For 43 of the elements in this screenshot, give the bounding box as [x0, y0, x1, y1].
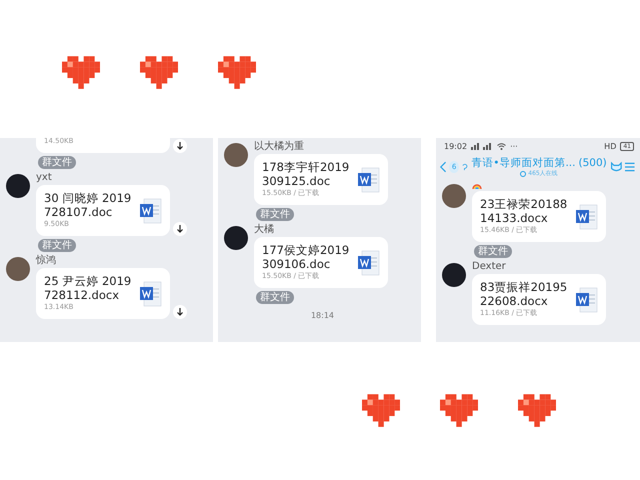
heart-icon — [218, 56, 256, 89]
avatar[interactable] — [224, 226, 248, 250]
file-name: 178李宇轩2019309125.doc — [262, 160, 350, 188]
file-name: 83贾振祥2019522608.docx — [480, 280, 568, 308]
document-icon — [576, 286, 598, 312]
status-time: 19:02 — [444, 142, 468, 150]
download-icon[interactable] — [173, 222, 187, 236]
sender-name: yxt — [36, 172, 53, 183]
sender-name: Dexter — [472, 261, 507, 272]
member-count: (500) — [578, 156, 607, 170]
heart-icon — [62, 56, 100, 89]
download-icon[interactable] — [173, 139, 187, 153]
signal-icon — [471, 142, 494, 150]
file-name: 177侯文婷2019309106.doc — [262, 243, 350, 271]
group-title: 青语•导师面对面第... — [471, 156, 576, 170]
sender-name: 大橘 — [254, 224, 275, 235]
wifi-icon — [497, 142, 506, 150]
file-tag: 群文件 — [38, 239, 76, 252]
document-icon — [140, 198, 162, 224]
document-icon — [140, 280, 162, 306]
file-tag: 群文件 — [38, 156, 76, 169]
hd-label: HD — [604, 142, 616, 150]
heart-icon — [518, 394, 556, 427]
timestamp: 18:14 — [310, 311, 334, 320]
file-name: 23王禄荣2018814133.docx — [480, 197, 568, 225]
heart-icon — [440, 394, 478, 427]
file-name: 25 尹云婷 2019728112.docx — [44, 274, 132, 302]
sender-name: 以大橘为重 — [254, 141, 305, 152]
document-icon — [576, 204, 598, 230]
file-tag: 群文件 — [256, 208, 294, 221]
download-icon[interactable] — [173, 305, 187, 319]
document-icon — [358, 250, 380, 276]
online-icon — [520, 170, 526, 176]
avatar[interactable] — [442, 263, 466, 287]
sender-name: 惊鸿 — [36, 255, 57, 266]
avatar[interactable] — [6, 174, 30, 198]
file-tag: 群文件 — [474, 245, 512, 258]
file-name: 30 闫晓婷 2019728107.doc — [44, 191, 132, 219]
heart-icon — [140, 56, 178, 89]
document-icon — [358, 166, 380, 192]
status-more: ··· — [510, 142, 518, 150]
heart-icon — [362, 394, 400, 427]
file-tag: 群文件 — [256, 291, 294, 304]
